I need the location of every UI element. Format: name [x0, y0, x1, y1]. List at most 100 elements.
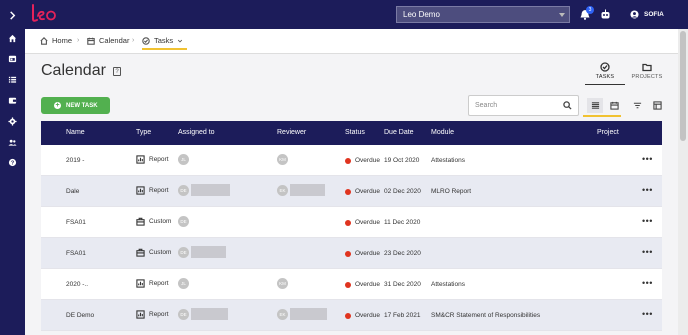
main-content: Calendar ? TASKS PROJECTS + NEW TASK Sea… — [25, 55, 678, 335]
top-bar: Leo Demo 3 SOFIA — [25, 0, 688, 29]
row-menu-icon[interactable]: ••• — [642, 185, 653, 195]
task-name[interactable]: 2019 - — [66, 157, 84, 164]
row-menu-icon[interactable]: ••• — [642, 154, 653, 164]
module: Attestations — [431, 157, 465, 164]
reviewer-avatar[interactable]: KM — [277, 154, 288, 165]
column-due-date[interactable]: Due Date — [384, 129, 414, 136]
breadcrumb-calendar-label: Calendar — [99, 36, 130, 45]
task-type-label: Report — [149, 156, 169, 163]
column-project[interactable]: Project — [597, 129, 619, 136]
task-type-label: Custom — [149, 218, 172, 225]
assignee-avatar[interactable]: DE — [178, 309, 189, 320]
reviewer-name-redacted — [290, 184, 325, 196]
organization-value: Leo Demo — [403, 10, 440, 19]
tab-projects[interactable]: PROJECTS — [627, 62, 667, 80]
help-icon[interactable]: ? — [113, 67, 121, 76]
task-type-label: Custom — [149, 249, 172, 256]
column-status[interactable]: Status — [345, 129, 365, 136]
column-assigned-to[interactable]: Assigned to — [178, 129, 215, 136]
expand-chevron-icon[interactable] — [0, 8, 25, 22]
reviewer-avatar[interactable]: KM — [277, 278, 288, 289]
status-badge: Overdue — [345, 157, 380, 164]
list-icon[interactable] — [0, 72, 25, 86]
assignee-avatar[interactable]: JL — [178, 278, 189, 289]
columns-icon — [652, 101, 662, 110]
page-scrollbar[interactable] — [678, 29, 688, 335]
task-name[interactable]: 2020 -.. — [66, 281, 88, 288]
column-name[interactable]: Name — [66, 129, 85, 136]
folder-icon — [642, 63, 652, 72]
search-placeholder: Search — [475, 102, 498, 109]
breadcrumb-calendar[interactable]: Calendar — [87, 36, 129, 45]
assignee-avatar[interactable]: JL — [178, 154, 189, 165]
table-row[interactable]: DE Demo Report DE EK Overdue 17 Feb 2021… — [41, 300, 662, 331]
new-task-label: NEW TASK — [66, 102, 98, 109]
row-menu-icon[interactable]: ••• — [642, 309, 653, 319]
status-label: Overdue — [355, 157, 380, 164]
table-row[interactable]: FSA01 Custom DE Overdue 23 Dec 2020 ••• — [41, 238, 662, 269]
chevron-down-icon — [559, 13, 565, 17]
calendar-icon[interactable] — [0, 51, 25, 65]
page-title: Calendar — [41, 62, 106, 79]
status-badge: Overdue — [345, 250, 380, 257]
table-row[interactable]: 2020 -.. Report JL KM Overdue 31 Dec 202… — [41, 269, 662, 300]
task-name[interactable]: FSA01 — [66, 219, 86, 226]
home-icon[interactable] — [0, 31, 25, 45]
row-menu-icon[interactable]: ••• — [642, 216, 653, 226]
module: MLRO Report — [431, 188, 472, 195]
task-name[interactable]: Dale — [66, 188, 79, 195]
tab-tasks[interactable]: TASKS — [585, 62, 625, 85]
due-date: 11 Dec 2020 — [384, 219, 421, 226]
table-row[interactable]: 2019 - Report JL KM Overdue 19 Oct 2020 … — [41, 145, 662, 176]
calendar-icon — [609, 101, 619, 110]
task-name[interactable]: FSA01 — [66, 250, 86, 257]
user-menu[interactable]: SOFIA — [630, 10, 664, 19]
settings-gear-icon[interactable] — [0, 114, 25, 128]
assignee-avatar[interactable]: DE — [178, 185, 189, 196]
new-task-button[interactable]: + NEW TASK — [41, 97, 110, 114]
tab-projects-label: PROJECTS — [631, 74, 663, 80]
user-name: SOFIA — [644, 11, 664, 18]
breadcrumb-home[interactable]: Home — [40, 36, 72, 45]
status-badge: Overdue — [345, 188, 380, 195]
column-reviewer[interactable]: Reviewer — [277, 129, 306, 136]
filter-button[interactable] — [629, 98, 645, 113]
task-name[interactable]: DE Demo — [66, 312, 94, 319]
breadcrumb-tasks[interactable]: Tasks — [142, 36, 183, 45]
status-label: Overdue — [355, 312, 380, 319]
columns-button[interactable] — [649, 98, 665, 113]
help-circle-icon[interactable]: ? — [0, 155, 25, 169]
search-input[interactable]: Search — [468, 95, 579, 116]
row-menu-icon[interactable]: ••• — [642, 278, 653, 288]
wallet-icon[interactable] — [0, 93, 25, 107]
assignee-avatar[interactable]: DE — [178, 216, 189, 227]
task-type: Report — [136, 155, 169, 164]
calendar-view-button[interactable] — [606, 98, 622, 113]
table-row[interactable]: Dale Report DE EK Overdue 02 Dec 2020 ML… — [41, 176, 662, 207]
briefcase-icon — [136, 217, 145, 226]
due-date: 23 Dec 2020 — [384, 250, 421, 257]
row-menu-icon[interactable]: ••• — [642, 247, 653, 257]
list-view-button[interactable] — [587, 98, 603, 113]
breadcrumb-separator: › — [77, 37, 80, 44]
table-row[interactable]: FSA01 Custom DE Overdue 11 Dec 2020 ••• — [41, 207, 662, 238]
users-icon[interactable] — [0, 135, 25, 149]
check-circle-icon — [600, 62, 610, 72]
reviewer-avatar[interactable]: EK — [277, 185, 288, 196]
due-date: 02 Dec 2020 — [384, 188, 421, 195]
leo-logo[interactable] — [29, 3, 61, 25]
assignee-avatar[interactable]: DE — [178, 247, 189, 258]
module: Attestations — [431, 281, 465, 288]
organization-select[interactable]: Leo Demo — [396, 6, 570, 23]
column-module[interactable]: Module — [431, 129, 454, 136]
briefcase-icon — [136, 248, 145, 257]
task-type: Report — [136, 186, 169, 195]
reviewer-avatar[interactable]: EK — [277, 309, 288, 320]
report-icon — [136, 155, 145, 164]
table-header: Name Type Assigned to Reviewer Status Du… — [41, 121, 662, 145]
status-badge: Overdue — [345, 281, 380, 288]
tab-tasks-label: TASKS — [595, 74, 615, 80]
assistant-bot-icon[interactable] — [600, 9, 611, 20]
scrollbar-thumb[interactable] — [680, 31, 686, 141]
column-type[interactable]: Type — [136, 129, 151, 136]
